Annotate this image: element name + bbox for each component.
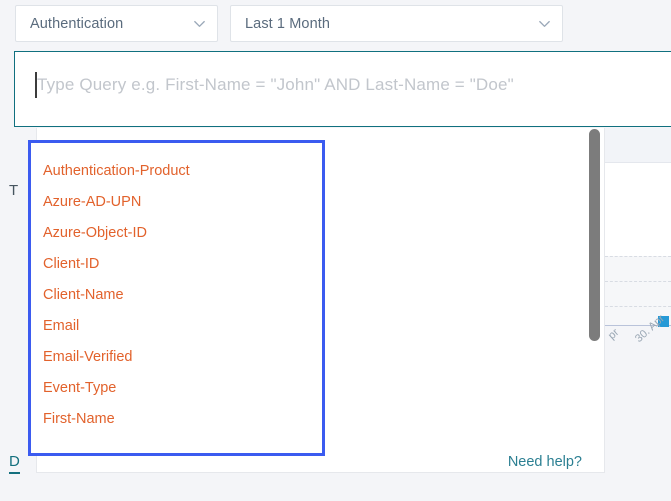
chart-gridline — [605, 256, 671, 257]
suggestion-item[interactable]: Client-Name — [31, 280, 322, 311]
chart-gridline — [605, 281, 671, 282]
suggestion-item[interactable]: Azure-Object-ID — [31, 218, 322, 249]
need-help-link[interactable]: Need help? — [508, 454, 582, 470]
suggestion-list: Authentication-Product Azure-AD-UPN Azur… — [31, 143, 322, 435]
chevron-down-icon — [537, 16, 552, 31]
clipped-label-bottom: D — [9, 453, 20, 474]
suggestion-item[interactable]: Email-Verified — [31, 342, 322, 373]
module-select-value: Authentication — [30, 16, 192, 32]
query-input[interactable]: Type Query e.g. First-Name = "John" AND … — [14, 51, 671, 127]
chart-plot-area — [605, 163, 671, 326]
chevron-down-icon — [192, 16, 207, 31]
query-suggestion-popup: Authentication-Product Azure-AD-UPN Azur… — [28, 140, 325, 456]
filter-bar: Authentication Last 1 Month — [0, 0, 671, 48]
clipped-label-top: T — [9, 182, 18, 199]
chart-x-tick-label: pr — [606, 326, 621, 341]
suggestion-item[interactable]: First-Name — [31, 404, 322, 435]
chart-panel: pr 30. Apr — [605, 128, 671, 388]
suggestion-item[interactable]: Authentication-Product — [31, 156, 322, 187]
suggestion-item[interactable]: Event-Type — [31, 373, 322, 404]
vertical-scrollbar[interactable] — [589, 129, 600, 341]
suggestion-item[interactable]: Client-ID — [31, 249, 322, 280]
chart-header-band — [605, 128, 671, 163]
chart-gridline — [605, 306, 671, 307]
query-input-placeholder: Type Query e.g. First-Name = "John" AND … — [37, 75, 514, 95]
time-range-select[interactable]: Last 1 Month — [230, 5, 563, 42]
suggestion-item[interactable]: Azure-AD-UPN — [31, 187, 322, 218]
time-range-select-value: Last 1 Month — [245, 16, 537, 32]
module-select[interactable]: Authentication — [15, 5, 218, 42]
suggestion-item[interactable]: Email — [31, 311, 322, 342]
